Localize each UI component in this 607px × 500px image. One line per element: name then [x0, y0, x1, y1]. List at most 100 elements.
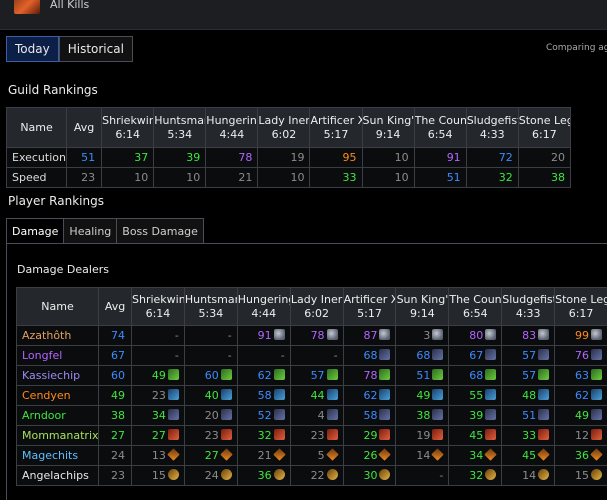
parse-cell[interactable]: 80: [448, 325, 503, 346]
boss-column-header[interactable]: Sun King' 9:14: [395, 287, 450, 326]
parse-cell[interactable]: 58: [236, 385, 291, 406]
parse-cell[interactable]: 13: [131, 445, 185, 466]
parse-cell[interactable]: 23: [131, 385, 185, 406]
parse-cell[interactable]: 4: [289, 405, 344, 426]
parse-value[interactable]: 38: [517, 167, 572, 188]
parse-value[interactable]: 51: [413, 167, 467, 188]
boss-column-header[interactable]: Lady Iner 6:02: [257, 107, 311, 148]
boss-column-header[interactable]: Artificer X 5:17: [342, 287, 397, 326]
boss-column-header[interactable]: Lady Iner 6:02: [289, 287, 344, 326]
boss-column-header[interactable]: Hungering4:44: [236, 287, 291, 326]
parse-cell[interactable]: 67: [448, 345, 503, 366]
boss-column-header[interactable]: Sludgefist 4:33: [501, 287, 556, 326]
player-name-link[interactable]: Angelachips: [16, 465, 99, 486]
parse-cell[interactable]: 45: [501, 445, 556, 466]
parse-cell[interactable]: 21: [236, 445, 291, 466]
boss-column-header[interactable]: Shriekwin 6:14: [131, 287, 185, 326]
parse-cell[interactable]: 26: [342, 445, 397, 466]
parse-cell[interactable]: 76: [554, 345, 607, 366]
tab-boss-damage[interactable]: Boss Damage: [117, 218, 204, 244]
parse-cell[interactable]: 51: [395, 365, 450, 386]
parse-cell[interactable]: 36: [236, 465, 291, 486]
parse-cell[interactable]: 32: [236, 425, 291, 446]
parse-cell[interactable]: 27: [131, 425, 185, 446]
parse-cell[interactable]: -: [395, 465, 450, 486]
parse-value[interactable]: 10: [361, 147, 415, 168]
parse-cell[interactable]: 44: [289, 385, 344, 406]
boss-column-header[interactable]: Artificer X 5:17: [309, 107, 363, 148]
player-name-link[interactable]: Arndoor: [16, 405, 99, 426]
parse-cell[interactable]: 5: [289, 445, 344, 466]
player-name-link[interactable]: Cendyen: [16, 385, 99, 406]
parse-value[interactable]: 10: [101, 167, 155, 188]
parse-cell[interactable]: 62: [236, 365, 291, 386]
player-name-link[interactable]: Magechits: [16, 445, 99, 466]
parse-cell[interactable]: 58: [342, 405, 397, 426]
parse-cell[interactable]: 14: [501, 465, 556, 486]
parse-cell[interactable]: 57: [501, 365, 556, 386]
parse-cell[interactable]: 63: [554, 365, 607, 386]
parse-cell[interactable]: 45: [448, 425, 503, 446]
tab-healing[interactable]: Healing: [64, 218, 118, 244]
parse-value[interactable]: 32: [465, 167, 519, 188]
parse-value[interactable]: 10: [257, 167, 311, 188]
parse-cell[interactable]: 60: [183, 365, 238, 386]
parse-cell[interactable]: 40: [183, 385, 238, 406]
parse-cell[interactable]: 20: [183, 405, 238, 426]
boss-column-header[interactable]: The Coun 6:54: [448, 287, 503, 326]
parse-cell[interactable]: 52: [236, 405, 291, 426]
parse-cell[interactable]: 33: [501, 425, 556, 446]
parse-cell[interactable]: 49: [131, 365, 185, 386]
parse-cell[interactable]: 34: [131, 405, 185, 426]
parse-cell[interactable]: 68: [448, 365, 503, 386]
parse-cell[interactable]: 83: [501, 325, 556, 346]
boss-column-header[interactable]: Stone Leg 6:17: [554, 287, 607, 326]
parse-cell[interactable]: 3: [395, 325, 450, 346]
parse-cell[interactable]: 51: [501, 405, 556, 426]
parse-value[interactable]: 91: [413, 147, 467, 168]
parse-cell[interactable]: 12: [554, 425, 607, 446]
parse-cell[interactable]: 14: [395, 445, 450, 466]
parse-cell[interactable]: 36: [554, 445, 607, 466]
parse-value[interactable]: 10: [361, 167, 415, 188]
boss-column-header[interactable]: Sun King' 9:14: [361, 107, 415, 148]
parse-value[interactable]: 78: [205, 147, 259, 168]
parse-cell[interactable]: 32: [448, 465, 503, 486]
parse-cell[interactable]: 30: [342, 465, 397, 486]
parse-value[interactable]: 72: [465, 147, 519, 168]
parse-cell[interactable]: 29: [342, 425, 397, 446]
parse-value[interactable]: 19: [257, 147, 311, 168]
parse-cell[interactable]: 19: [395, 425, 450, 446]
parse-cell[interactable]: 15: [131, 465, 185, 486]
parse-value[interactable]: 39: [153, 147, 207, 168]
boss-column-header[interactable]: The Coun 6:54: [413, 107, 467, 148]
tab-damage[interactable]: Damage: [6, 218, 65, 244]
parse-cell[interactable]: 34: [448, 445, 503, 466]
parse-cell[interactable]: 39: [448, 405, 503, 426]
boss-column-header[interactable]: Hungering4:44: [205, 107, 259, 148]
parse-cell[interactable]: 24: [183, 465, 238, 486]
parse-cell[interactable]: 55: [448, 385, 503, 406]
parse-cell[interactable]: 99: [554, 325, 607, 346]
boss-column-header[interactable]: Shriekwin 6:14: [101, 107, 155, 148]
tab-historical[interactable]: Historical: [58, 36, 133, 62]
tab-today[interactable]: Today: [6, 36, 59, 62]
parse-cell[interactable]: 27: [183, 445, 238, 466]
parse-cell[interactable]: 68: [395, 345, 450, 366]
parse-cell[interactable]: -: [131, 345, 185, 366]
parse-cell[interactable]: 22: [289, 465, 344, 486]
parse-cell[interactable]: 62: [342, 385, 397, 406]
boss-column-header[interactable]: Huntsmar 5:34: [183, 287, 238, 326]
parse-cell[interactable]: 49: [395, 385, 450, 406]
parse-cell[interactable]: -: [236, 345, 291, 366]
parse-value[interactable]: 10: [153, 167, 207, 188]
parse-cell[interactable]: 68: [342, 345, 397, 366]
parse-cell[interactable]: -: [183, 325, 238, 346]
boss-column-header[interactable]: Stone Leg 6:17: [517, 107, 572, 148]
parse-value[interactable]: 20: [517, 147, 572, 168]
player-name-link[interactable]: Kassiechip: [16, 365, 99, 386]
player-name-link[interactable]: Mommanatrixx: [16, 425, 99, 446]
parse-cell[interactable]: 78: [342, 365, 397, 386]
parse-cell[interactable]: 57: [289, 365, 344, 386]
parse-cell[interactable]: -: [183, 345, 238, 366]
